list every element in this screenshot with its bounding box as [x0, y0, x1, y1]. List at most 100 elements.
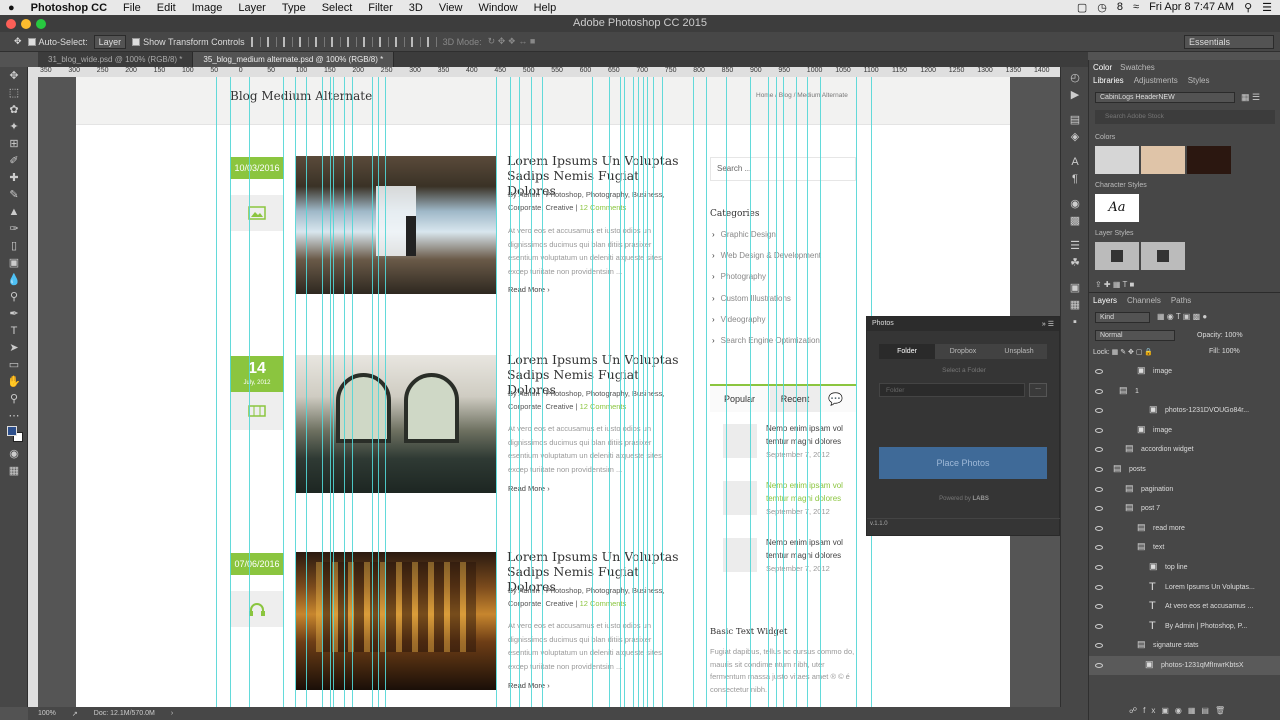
tab-blog-wide[interactable]: 31_blog_wide.psd @ 100% (RGB/8) * — [38, 52, 194, 67]
minimize-icon[interactable] — [21, 19, 31, 29]
read-more-link[interactable]: Read More › — [508, 285, 550, 294]
guide-line[interactable] — [344, 77, 345, 707]
quick-select-icon[interactable]: ✦ — [0, 118, 28, 135]
paragraph-icon[interactable]: ¶ — [1061, 170, 1089, 187]
guide-line[interactable] — [643, 77, 644, 707]
clone-stamp-icon[interactable]: ▲ — [0, 203, 28, 220]
guide-line[interactable] — [372, 77, 373, 707]
distribute-right-icon[interactable] — [426, 36, 437, 47]
guide-line[interactable] — [322, 77, 323, 707]
menu-select[interactable]: Select — [314, 2, 361, 14]
layer-row[interactable]: ▤ text — [1089, 538, 1280, 557]
recent-thumb[interactable] — [723, 538, 757, 572]
guide-line[interactable] — [333, 77, 334, 707]
guide-line[interactable] — [330, 77, 331, 707]
visibility-eye-icon[interactable] — [1095, 584, 1103, 590]
opacity-control[interactable]: Opacity: 100% — [1197, 332, 1243, 339]
browse-button[interactable]: ... — [1029, 383, 1047, 397]
visibility-eye-icon[interactable] — [1095, 545, 1103, 551]
color-swatch[interactable] — [1187, 146, 1231, 174]
wifi-icon[interactable]: ≈ — [1133, 1, 1139, 14]
guide-line[interactable] — [820, 77, 821, 707]
guide-line[interactable] — [385, 77, 386, 707]
visibility-eye-icon[interactable] — [1095, 663, 1103, 668]
category-videography[interactable]: Videography — [721, 315, 766, 324]
navigator-icon[interactable]: ▣ — [1061, 279, 1089, 296]
move-tool-icon[interactable]: ✥ — [14, 36, 22, 47]
layer-row[interactable]: ▣ top line — [1089, 558, 1280, 577]
place-photos-button[interactable]: Place Photos — [879, 447, 1047, 479]
eraser-icon[interactable]: ▯ — [0, 237, 28, 254]
layer-row[interactable]: T At vero eos et accusamus ... — [1089, 597, 1280, 616]
folder-input[interactable]: Folder — [879, 383, 1025, 397]
visibility-eye-icon[interactable] — [1095, 623, 1103, 629]
layer-row[interactable]: ▤ 1 — [1089, 382, 1280, 401]
move-tool-icon[interactable]: ✥ — [0, 67, 28, 84]
layer-comps-icon[interactable]: ▦ — [1061, 296, 1089, 313]
read-more-link[interactable]: Read More › — [508, 484, 550, 493]
filter-icons[interactable]: ▦ ◉ T ▣ ▩ ● — [1157, 312, 1207, 321]
fill-control[interactable]: Fill: 100% — [1209, 348, 1240, 355]
rectangle-tool-icon[interactable]: ▭ — [0, 356, 28, 373]
library-footer-icons[interactable]: ⇪ ✚ ▦ T ■ — [1095, 280, 1134, 289]
tab-channels[interactable]: Channels — [1127, 296, 1161, 305]
guide-line[interactable] — [216, 77, 217, 707]
guide-line[interactable] — [776, 77, 777, 707]
grid-view-icon[interactable]: ▦ ☰ — [1241, 92, 1260, 103]
recent-post[interactable]: Nemo enim ipsam vol temtur magni dolores… — [766, 422, 856, 461]
apple-icon[interactable]: ● — [0, 2, 23, 14]
history-icon[interactable]: ◴ — [1061, 69, 1089, 86]
auto-select-dropdown[interactable]: Layer — [93, 34, 127, 49]
guide-line[interactable] — [531, 77, 532, 707]
guide-line[interactable] — [706, 77, 707, 707]
tab-paths[interactable]: Paths — [1171, 296, 1191, 305]
menu-layer[interactable]: Layer — [230, 2, 274, 14]
menu-app[interactable]: Photoshop CC — [23, 2, 115, 14]
fill-value[interactable]: 100% — [1222, 348, 1240, 355]
library-dropdown[interactable]: CabinLogs HeaderNEW — [1095, 92, 1235, 103]
guide-line[interactable] — [283, 77, 284, 707]
clock-text[interactable]: Fri Apr 8 7:47 AM — [1149, 1, 1234, 14]
actions-icon[interactable]: ▶ — [1061, 86, 1089, 103]
meta-author[interactable]: Admin — [518, 586, 539, 595]
guide-line[interactable] — [638, 77, 639, 707]
guide-line[interactable] — [496, 77, 497, 707]
hand-tool-icon[interactable]: ✋ — [0, 373, 28, 390]
meta-author[interactable]: Admin — [518, 389, 539, 398]
align-bottom-icon[interactable] — [282, 36, 293, 47]
guide-line[interactable] — [647, 77, 648, 707]
clock-icon[interactable]: ◷ — [1097, 1, 1107, 14]
guide-line[interactable] — [609, 77, 610, 707]
guide-line[interactable] — [519, 77, 520, 707]
search-icon[interactable]: ⚲ — [1244, 1, 1252, 14]
guide-line[interactable] — [542, 77, 543, 707]
meta-author[interactable]: Admin — [518, 190, 539, 199]
adjustments-icon[interactable]: ◈ — [1061, 128, 1089, 145]
screen-mode-icon[interactable]: ▦ — [0, 462, 28, 479]
visibility-eye-icon[interactable] — [1095, 447, 1103, 453]
menu-edit[interactable]: Edit — [149, 2, 184, 14]
visibility-eye-icon[interactable] — [1095, 369, 1103, 374]
healing-brush-icon[interactable]: ✚ — [0, 169, 28, 186]
badge-count[interactable]: 8 — [1117, 1, 1123, 14]
layer-row[interactable]: ▤ read more — [1089, 519, 1280, 538]
align-left-icon[interactable] — [298, 36, 309, 47]
brush-tool-icon[interactable]: ✎ — [0, 186, 28, 203]
visibility-eye-icon[interactable] — [1095, 408, 1103, 414]
guide-line[interactable] — [653, 77, 654, 707]
layer-row[interactable]: ▣ image — [1089, 421, 1280, 440]
dodge-tool-icon[interactable]: ⚲ — [0, 288, 28, 305]
visibility-eye-icon[interactable] — [1095, 604, 1103, 610]
visibility-eye-icon[interactable] — [1095, 525, 1103, 531]
read-more-link[interactable]: Read More › — [508, 681, 550, 690]
tool-presets-icon[interactable]: ☰ — [1061, 237, 1089, 254]
brush-presets-icon[interactable]: ◉ — [1061, 195, 1089, 212]
visibility-eye-icon[interactable] — [1095, 427, 1103, 433]
export-icon[interactable]: ↗ — [72, 710, 78, 718]
guide-line[interactable] — [726, 77, 727, 707]
breadcrumb-home[interactable]: Home — [756, 92, 773, 99]
distribute-top-icon[interactable] — [346, 36, 357, 47]
color-swatches-icon[interactable] — [0, 424, 28, 442]
layer-row[interactable]: ▤ accordion widget — [1089, 440, 1280, 459]
color-swatch[interactable] — [1095, 146, 1139, 174]
